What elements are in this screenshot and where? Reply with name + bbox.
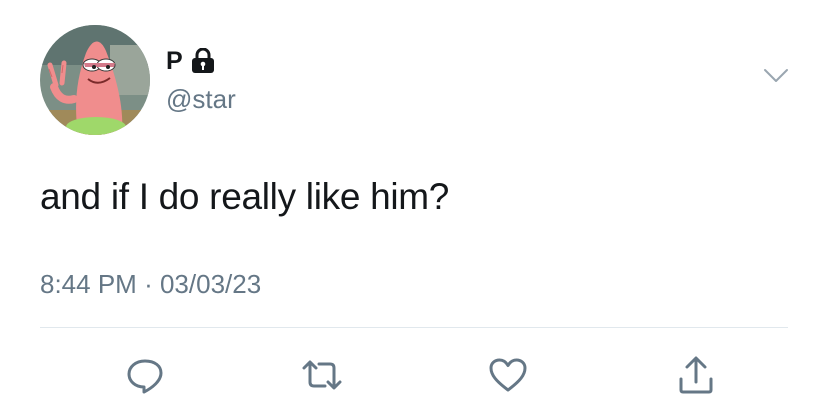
- avatar[interactable]: [40, 25, 150, 135]
- share-button[interactable]: [666, 345, 726, 405]
- reply-icon: [127, 359, 163, 394]
- meta-separator: ·: [144, 269, 153, 299]
- display-name-row: P: [166, 46, 215, 76]
- avatar-image: [40, 25, 150, 135]
- divider: [40, 327, 788, 328]
- tweet-date: 03/03/23: [159, 269, 262, 299]
- tweet-text: and if I do really like him?: [40, 176, 450, 217]
- chevron-down-icon[interactable]: [763, 66, 789, 86]
- lock-icon: [191, 47, 215, 74]
- tweet-time: 8:44 PM: [40, 269, 137, 299]
- display-name[interactable]: P: [166, 46, 183, 76]
- heart-icon: [489, 358, 527, 392]
- retweet-button[interactable]: [292, 345, 352, 405]
- tweet-card: P @star and if I do really like him? 8:4…: [0, 0, 828, 417]
- reply-button[interactable]: [115, 345, 175, 405]
- like-button[interactable]: [478, 345, 538, 405]
- action-bar: [0, 345, 828, 405]
- share-icon: [679, 356, 713, 394]
- tweet-timestamp[interactable]: 8:44 PM · 03/03/23: [40, 268, 261, 300]
- retweet-icon: [302, 360, 342, 390]
- user-handle[interactable]: @star: [166, 84, 236, 114]
